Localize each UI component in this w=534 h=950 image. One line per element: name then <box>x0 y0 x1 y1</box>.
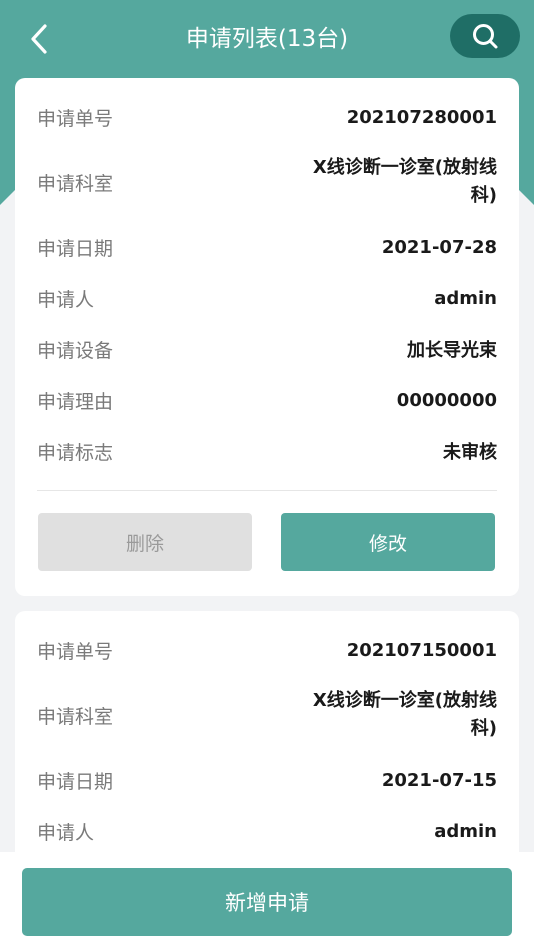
field-row-date: 申请日期 2021-07-15 <box>37 765 497 795</box>
edit-button[interactable]: 修改 <box>281 513 495 571</box>
bottom-action-bar: 新增申请 <box>0 852 534 950</box>
field-value-number: 202107280001 <box>346 106 497 128</box>
search-button[interactable] <box>450 14 520 58</box>
field-label-date: 申请日期 <box>37 770 114 793</box>
field-value-dept: X线诊断一诊室(放射线科) <box>312 157 497 206</box>
field-row-number: 申请单号 202107280001 <box>37 102 497 132</box>
field-label-date: 申请日期 <box>37 237 114 260</box>
search-icon <box>473 24 498 49</box>
field-row-flag: 申请标志 未审核 <box>37 436 497 466</box>
field-label-flag: 申请标志 <box>37 441 114 464</box>
field-value-date: 2021-07-28 <box>381 236 497 258</box>
field-label-dept: 申请科室 <box>37 172 114 195</box>
field-row-device: 申请设备 加长导光束 <box>37 334 497 364</box>
field-value-reason: 00000000 <box>396 389 497 411</box>
field-label-person: 申请人 <box>37 288 95 311</box>
field-label-reason: 申请理由 <box>37 390 114 413</box>
field-value-person: admin <box>434 820 497 842</box>
field-row-dept: 申请科室 X线诊断一诊室(放射线科) <box>37 153 497 211</box>
status-badge: 未审核 <box>443 442 497 463</box>
field-row-dept: 申请科室 X线诊断一诊室(放射线科) <box>37 686 497 744</box>
top-navigation-bar: 申请列表(13台) <box>0 0 534 78</box>
card-divider <box>37 490 497 491</box>
field-row-person: 申请人 admin <box>37 283 497 313</box>
add-application-button[interactable]: 新增申请 <box>22 868 512 936</box>
application-card[interactable]: 申请单号 202107280001 申请科室 X线诊断一诊室(放射线科) 申请日… <box>15 78 519 596</box>
field-label-dept: 申请科室 <box>37 705 114 728</box>
field-row-person: 申请人 admin <box>37 816 497 846</box>
field-label-device: 申请设备 <box>37 339 114 362</box>
delete-button[interactable]: 删除 <box>38 513 252 571</box>
field-value-device: 加长导光束 <box>407 340 497 361</box>
field-value-date: 2021-07-15 <box>381 769 497 791</box>
field-value-number: 202107150001 <box>346 639 497 661</box>
field-label-person: 申请人 <box>37 821 95 844</box>
field-label-number: 申请单号 <box>37 107 114 130</box>
field-row-number: 申请单号 202107150001 <box>37 635 497 665</box>
field-value-dept: X线诊断一诊室(放射线科) <box>312 690 497 739</box>
field-value-person: admin <box>434 287 497 309</box>
application-card[interactable]: 申请单号 202107150001 申请科室 X线诊断一诊室(放射线科) 申请日… <box>15 611 519 871</box>
field-row-date: 申请日期 2021-07-28 <box>37 232 497 262</box>
field-label-number: 申请单号 <box>37 640 114 663</box>
field-row-reason: 申请理由 00000000 <box>37 385 497 415</box>
